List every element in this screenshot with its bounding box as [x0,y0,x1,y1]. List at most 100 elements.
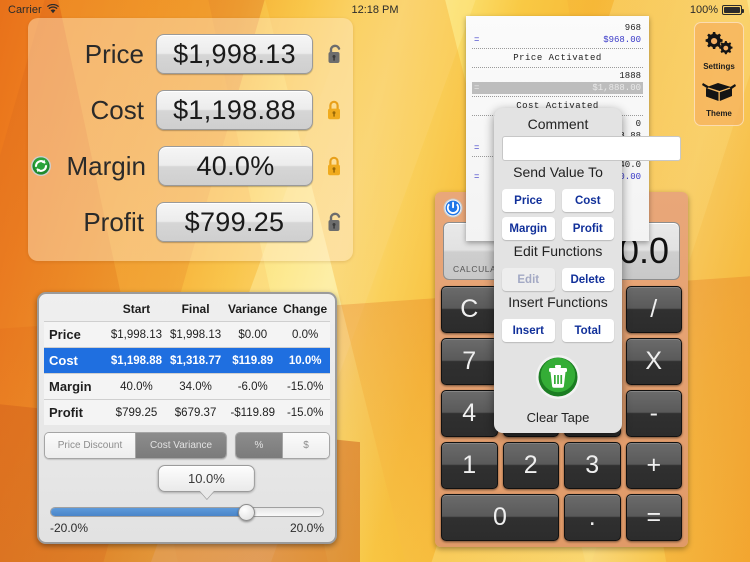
margin-lock-locked-icon[interactable] [323,155,347,177]
trash-icon[interactable] [535,355,581,404]
tape-note: Price Activated [513,53,602,63]
margin-field[interactable]: 40.0% [158,146,313,186]
insert-button[interactable]: Insert [502,319,555,342]
send-to-margin-button[interactable]: Margin [502,217,555,240]
cell-variance: $119.89 [225,347,281,374]
mode-segmented-control[interactable]: Price Discount Cost Variance [44,432,227,459]
segment-cost-variance[interactable]: Cost Variance [135,433,226,458]
pricing-panel: Price $1,998.13 Cost $1,198.88 Margin 40… [28,18,353,261]
send-to-price-button[interactable]: Price [502,189,555,212]
send-to-cost-button[interactable]: Cost [561,189,614,212]
variance-slider[interactable]: -20.0% 20.0% [50,503,324,535]
send-to-profit-button[interactable]: Profit [561,217,614,240]
total-button[interactable]: Total [561,319,614,342]
wifi-icon [46,3,59,17]
col-header-final: Final [181,302,210,316]
profit-lock-unlocked-icon[interactable] [323,211,347,233]
cell-variance: -6.0% [225,373,281,400]
price-lock-unlocked-icon[interactable] [323,43,347,65]
comment-title: Comment [527,116,589,132]
clear-tape-label: Clear Tape [526,410,590,425]
slider-knob[interactable] [238,503,256,521]
status-bar-right: 100% [689,4,744,16]
cell-final: $1,318.77 [166,347,226,374]
edit-button[interactable]: Edit [502,268,555,291]
tape-amount: $1,888.00 [592,83,641,93]
delete-button[interactable]: Delete [561,268,614,291]
key-0[interactable]: 0 [441,494,559,541]
cell-final: $1,998.13 [166,321,226,348]
slider-value-bubble-wrap: 10.0% [44,465,330,505]
pricing-row-price: Price $1,998.13 [28,26,353,82]
cell-start: $1,198.88 [106,347,167,374]
table-row[interactable]: Price $1,998.13 $1,998.13 $0.00 0.0% [44,321,330,348]
price-field[interactable]: $1,998.13 [156,34,313,74]
segment-percent[interactable]: % [236,433,282,458]
key-divide[interactable]: / [625,286,682,333]
key-1[interactable]: 1 [441,442,498,489]
pricing-row-profit: Profit $799.25 [28,194,353,250]
sidebar-item-theme[interactable]: Theme [701,77,737,118]
edit-functions-title: Edit Functions [513,243,603,259]
key-minus[interactable]: - [625,390,682,437]
table-row[interactable]: Profit $799.25 $679.37 -$119.89 -15.0% [44,399,330,425]
key-3[interactable]: 3 [564,442,621,489]
key-multiply[interactable]: X [625,338,682,385]
cost-label: Cost [90,94,144,125]
slider-max-label: 20.0% [289,521,324,535]
key-equals[interactable]: = [625,494,682,541]
table-row[interactable]: Margin 40.0% 34.0% -6.0% -15.0% [44,373,330,400]
col-header-variance: Variance [228,302,278,316]
clear-tape-section: Clear Tape [502,354,614,425]
box-icon [701,77,737,108]
row-label: Profit [44,399,107,425]
power-icon[interactable] [443,198,463,218]
slider-track[interactable] [50,503,324,521]
tape-separator [472,67,643,68]
tape-amount: 0.00 [619,172,641,182]
clock-label: 12:18 PM [351,4,399,16]
table-row-selected[interactable]: Cost $1,198.88 $1,318.77 $119.89 10.0% [44,347,330,374]
profit-field[interactable]: $799.25 [156,202,313,242]
tape-separator [472,96,643,97]
row-label: Cost [44,347,107,374]
tape-actions-popover: Comment Send Value To Price Cost Margin … [494,108,681,433]
send-row-1: Price Cost [502,189,614,212]
cost-field[interactable]: $1,198.88 [156,90,313,130]
key-7[interactable]: 7 [441,338,498,385]
margin-label: Margin [66,150,146,181]
send-value-title: Send Value To [513,164,603,180]
tape-line-result: = $968.00 [472,34,643,46]
key-4[interactable]: 4 [441,390,498,437]
sidebar-item-label: Settings [703,62,735,71]
comment-input[interactable] [502,136,681,161]
carrier-label: Carrier [8,4,42,16]
tape-op: = [474,35,480,45]
insert-row: Insert Total [502,319,614,342]
key-plus[interactable]: + [625,442,682,489]
key-decimal[interactable]: . [564,494,621,541]
col-header-start: Start [122,302,151,316]
tape-line-result-highlighted[interactable]: = $1,888.00 [472,82,643,94]
battery-percent-label: 100% [689,4,718,16]
unit-segmented-control[interactable]: % $ [235,432,330,459]
pricing-row-margin: Margin 40.0% [28,138,353,194]
status-bar-left: Carrier [8,3,59,17]
segment-dollar[interactable]: $ [282,433,329,458]
insert-functions-title: Insert Functions [508,294,608,310]
slider-value-bubble: 10.0% [157,465,255,492]
key-2[interactable]: 2 [502,442,559,489]
tape-op: = [474,172,480,182]
tape-number: 968 [624,23,641,33]
row-label: Price [44,321,107,348]
battery-icon [722,5,744,15]
cell-start: $1,998.13 [106,321,167,348]
tape-line-value: 968 [472,22,643,34]
cost-lock-locked-icon[interactable] [323,99,347,121]
sidebar-item-settings[interactable]: Settings [702,30,736,71]
key-clear[interactable]: C [441,286,498,333]
cell-final: $679.37 [166,399,226,425]
pricing-row-cost: Cost $1,198.88 [28,82,353,138]
cell-start: $799.25 [106,399,167,425]
segment-price-discount[interactable]: Price Discount [45,433,135,458]
